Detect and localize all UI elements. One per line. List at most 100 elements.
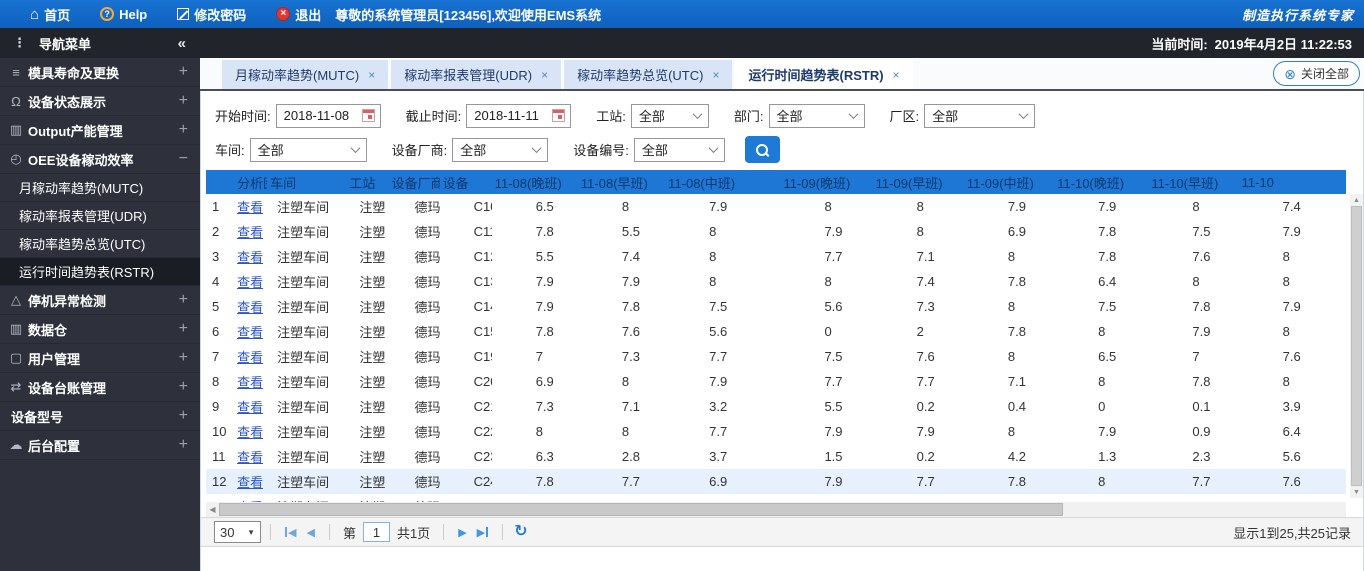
table-row: 1查看注塑车间注塑德玛格C106.587.9887.97.987.4	[206, 194, 1346, 219]
workshop-cell: 注塑车间	[267, 469, 347, 494]
collapse-minus-icon[interactable]: −	[179, 150, 188, 168]
help-button[interactable]: ? Help	[100, 7, 147, 22]
value-cell: 8	[1054, 369, 1149, 394]
sidebar-item-user-management[interactable]: ▢ 用户管理 +	[0, 344, 200, 373]
sidebar-item-device-ledger[interactable]: ⇄ 设备台账管理 +	[0, 373, 200, 402]
view-link[interactable]: 查看	[237, 325, 263, 340]
search-button[interactable]	[744, 136, 780, 163]
divider	[502, 524, 504, 540]
last-page-button[interactable]: ▶	[477, 526, 489, 539]
view-link[interactable]: 查看	[237, 350, 263, 365]
device-number-select[interactable]: 全部	[633, 137, 725, 162]
sidebar-item-output-capacity[interactable]: ▥ Output产能管理 +	[0, 116, 200, 145]
station-select[interactable]: 全部	[630, 103, 709, 128]
page-size-select[interactable]: 30 ▼	[214, 521, 261, 543]
station-cell: 注塑	[346, 444, 389, 469]
close-all-tabs-button[interactable]: ⊗ 关闭全部	[1273, 61, 1360, 86]
view-link[interactable]: 查看	[237, 375, 263, 390]
view-link[interactable]: 查看	[237, 475, 263, 490]
end-date-input[interactable]: 2018-11-11	[466, 103, 572, 128]
close-tab-icon[interactable]: ×	[712, 68, 719, 82]
device-cell: C25	[439, 494, 492, 502]
workshop-cell: 注塑车间	[267, 344, 347, 369]
value-cell: 6.4	[1238, 419, 1346, 444]
department-select[interactable]: 全部	[768, 103, 865, 128]
sidebar: ⋮ 导航菜单 « ≡ 模具寿命及更换 + Ω 设备状态展示 + ▥ Output产能管理 + ◴ O…	[0, 28, 200, 571]
start-date-input[interactable]: 2018-11-08	[275, 103, 381, 128]
close-tab-icon[interactable]: ×	[368, 68, 375, 82]
workshop-label: 车间:	[215, 143, 245, 158]
tab-2[interactable]: 稼动率报表管理(UDR) ×	[391, 60, 562, 89]
sidebar-item-device-model[interactable]: 设备型号 +	[0, 402, 200, 431]
expand-plus-icon[interactable]: +	[179, 378, 188, 396]
search-icon	[756, 143, 769, 156]
close-tab-icon[interactable]: ×	[541, 68, 548, 82]
logout-button[interactable]: × 退出	[276, 5, 321, 24]
collapse-sidebar-icon[interactable]: «	[178, 35, 186, 52]
view-link[interactable]: 查看	[237, 400, 263, 415]
value-cell: 7.7	[577, 469, 666, 494]
vertical-scroll-thumb[interactable]	[1351, 206, 1362, 486]
value-cell: 8	[577, 194, 666, 219]
circle-x-icon: ⊗	[1284, 65, 1296, 82]
sidebar-item-data-warehouse[interactable]: ▥ 数据仓 +	[0, 315, 200, 344]
vertical-scrollbar[interactable]: ▲ ▼	[1350, 194, 1363, 498]
view-link[interactable]: 查看	[237, 225, 263, 240]
scroll-up-icon[interactable]: ▲	[1353, 194, 1360, 206]
view-link[interactable]: 查看	[237, 275, 263, 290]
page-number-input[interactable]: 1	[362, 522, 390, 542]
sidebar-subitem-rstr[interactable]: 运行时间趋势表(RSTR)	[0, 258, 200, 286]
vendor-select[interactable]: 全部	[452, 137, 549, 162]
tab-4-active[interactable]: 运行时间趋势表(RSTR) ×	[735, 60, 913, 89]
view-link[interactable]: 查看	[237, 200, 263, 215]
calendar-icon[interactable]	[552, 109, 566, 122]
change-password-button[interactable]: 修改密码	[177, 5, 246, 24]
sidebar-subitem-udr[interactable]: 稼动率报表管理(UDR)	[0, 202, 200, 230]
expand-plus-icon[interactable]: +	[179, 349, 188, 367]
view-link[interactable]: 查看	[237, 450, 263, 465]
sidebar-item-downtime-detection[interactable]: △ 停机异常检测 +	[0, 286, 200, 315]
sidebar-item-mold-life[interactable]: ≡ 模具寿命及更换 +	[0, 58, 200, 87]
view-link[interactable]: 查看	[237, 300, 263, 315]
expand-plus-icon[interactable]: +	[179, 291, 188, 309]
tab-3[interactable]: 稼动率趋势总览(UTC) ×	[564, 60, 733, 89]
sidebar-item-oee-efficiency[interactable]: ◴ OEE设备稼动效率 −	[0, 145, 200, 174]
sidebar-subitem-mutc[interactable]: 月稼动率趋势(MUTC)	[0, 174, 200, 202]
sidebar-subitem-utc[interactable]: 稼动率趋势总览(UTC)	[0, 230, 200, 258]
sidebar-title: 导航菜单	[39, 36, 92, 52]
tab-1[interactable]: 月稼动率趋势(MUTC) ×	[222, 60, 389, 89]
calendar-icon[interactable]	[361, 109, 375, 122]
value-cell: 7.7	[1148, 494, 1239, 502]
close-tab-icon[interactable]: ×	[893, 68, 900, 82]
home-button[interactable]: ⌂ 首页	[30, 5, 70, 24]
sidebar-item-device-status[interactable]: Ω 设备状态展示 +	[0, 87, 200, 116]
horizontal-scroll-thumb[interactable]	[219, 503, 1063, 516]
expand-plus-icon[interactable]: +	[179, 121, 188, 139]
value-cell: 8	[872, 219, 964, 244]
expand-plus-icon[interactable]: +	[179, 320, 188, 338]
prev-page-button[interactable]: ◀	[306, 526, 314, 539]
expand-plus-icon[interactable]: +	[179, 407, 188, 425]
station-cell: 注塑	[346, 344, 389, 369]
first-page-button[interactable]: ◀	[285, 526, 296, 539]
scroll-down-icon[interactable]: ▼	[1353, 486, 1360, 498]
value-cell: 8	[963, 494, 1055, 502]
value-cell: 1.5	[780, 444, 873, 469]
view-link[interactable]: 查看	[237, 425, 263, 440]
view-link[interactable]: 查看	[237, 250, 263, 265]
device-cell: C11	[439, 219, 492, 244]
expand-plus-icon[interactable]: +	[179, 92, 188, 110]
next-page-button[interactable]: ▶	[458, 526, 466, 539]
plant-select[interactable]: 全部	[924, 103, 1036, 128]
refresh-icon[interactable]: ↻	[514, 524, 527, 540]
view-link[interactable]: 查看	[237, 500, 263, 502]
expand-plus-icon[interactable]: +	[179, 436, 188, 454]
expand-plus-icon[interactable]: +	[179, 63, 188, 81]
value-cell: 7	[491, 344, 578, 369]
vendor-cell: 德玛格	[388, 219, 440, 244]
sidebar-item-backend-config[interactable]: ☁ 后台配置 +	[0, 431, 200, 460]
scroll-left-icon[interactable]: ◀	[206, 505, 219, 514]
horizontal-scrollbar[interactable]: ◀	[206, 502, 1346, 517]
device-cell: C14	[439, 294, 492, 319]
workshop-select[interactable]: 全部	[249, 137, 367, 162]
